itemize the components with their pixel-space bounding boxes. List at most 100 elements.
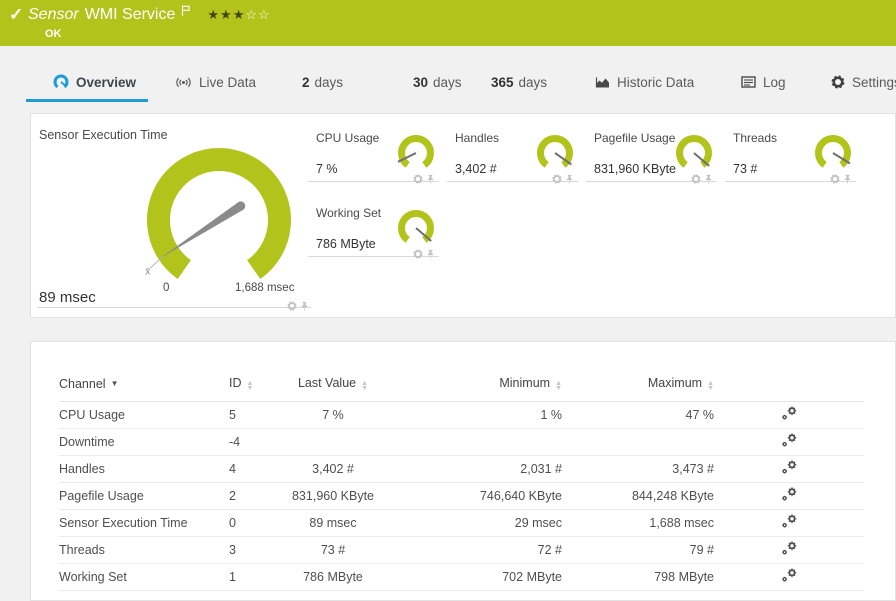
tab-number: 365	[491, 74, 514, 90]
pin-icon[interactable]	[843, 174, 852, 184]
gear-icon[interactable]	[413, 249, 423, 259]
cell-id: 0	[229, 509, 277, 537]
tab-log[interactable]: Log	[741, 65, 786, 99]
gauge-value: 3,402 #	[455, 162, 497, 176]
sensor-title-prefix: Sensor	[28, 6, 79, 23]
gauge-dial	[537, 135, 573, 168]
tab-2-days[interactable]: 2 days	[302, 65, 343, 99]
sort-icon: ▲ ▼	[555, 380, 562, 392]
tab-365-days[interactable]: 365 days	[491, 65, 547, 99]
cell-id: 4	[229, 455, 277, 483]
cell-channel: CPU Usage	[59, 401, 229, 429]
channel-table-panel: Channel ▼ ID ▲ ▼ Last Value ▲ ▼ Minimum ▲ ▼ Maximum…	[30, 341, 896, 601]
cell-minimum: 746,640 KByte	[389, 482, 562, 510]
priority-star-filled: ★	[207, 7, 221, 22]
main-gauge-max-label: 1,688 msec	[235, 282, 295, 294]
column-header-min[interactable]: Minimum ▲ ▼	[389, 370, 562, 402]
gauge-corner-actions	[413, 174, 435, 184]
gauge-corner-actions	[287, 301, 309, 311]
gauge-cell: Handles 3,402 #	[447, 119, 578, 184]
tab-label: days	[433, 74, 462, 90]
table-row: Sensor Execution Time 0 89 msec 29 msec …	[59, 509, 864, 537]
gauge-value: 7 %	[316, 162, 338, 176]
channel-table: Channel ▼ ID ▲ ▼ Last Value ▲ ▼ Minimum ▲ ▼ Maximum…	[59, 370, 864, 591]
gear-icon[interactable]	[552, 174, 562, 184]
gauge-cell: Working Set 786 MByte	[308, 194, 439, 259]
main-gauge-dial: x̄	[145, 148, 291, 280]
cell-channel: Downtime	[59, 428, 229, 456]
cell-id: 5	[229, 401, 277, 429]
gauge-cell: CPU Usage 7 %	[308, 119, 439, 184]
cell-last-value: 831,960 KByte	[277, 482, 389, 510]
channel-settings-icon[interactable]	[781, 514, 798, 529]
channel-settings-icon[interactable]	[781, 460, 798, 475]
gear-icon[interactable]	[413, 174, 423, 184]
priority-star-filled: ★	[232, 7, 246, 22]
tab-live-data[interactable]: Live Data	[175, 65, 256, 99]
channel-settings-icon[interactable]	[781, 487, 798, 502]
tab-settings[interactable]: Settings	[831, 65, 896, 99]
tab-historic-data[interactable]: Historic Data	[595, 65, 694, 99]
gauge-title: Threads	[733, 131, 778, 145]
channel-settings-icon[interactable]	[781, 433, 798, 448]
cell-last-value: 786 MByte	[277, 563, 389, 591]
sort-icon: ▲ ▼	[707, 380, 714, 392]
table-row: Working Set 1 786 MByte 702 MByte 798 MB…	[59, 563, 864, 591]
cell-minimum	[389, 428, 562, 456]
cell-minimum: 2,031 #	[389, 455, 562, 483]
active-tab-underline	[26, 99, 148, 102]
tab-label: Settings	[852, 74, 896, 90]
tab-overview[interactable]: Overview	[53, 65, 136, 99]
sensor-title: Sensor WMI Service ★★★☆☆	[28, 5, 271, 25]
cell-last-value: 7 %	[277, 401, 389, 429]
channel-settings-icon[interactable]	[781, 541, 798, 556]
log-icon	[741, 76, 756, 88]
flag-icon[interactable]	[181, 3, 191, 23]
gauge-corner-actions	[830, 174, 852, 184]
status-ok-check-icon: ✓	[9, 5, 24, 24]
table-row: Downtime -4	[59, 428, 864, 456]
pin-icon[interactable]	[426, 174, 435, 184]
gauge-dial	[815, 135, 851, 168]
sort-icon: ▲ ▼	[361, 380, 369, 392]
table-header-row: Channel ▼ ID ▲ ▼ Last Value ▲ ▼ Minimum ▲ ▼ Maximum…	[59, 370, 864, 402]
main-gauge-value: 89 msec	[39, 289, 96, 306]
average-marker: x̄	[145, 267, 150, 278]
pin-icon[interactable]	[704, 174, 713, 184]
cell-minimum: 702 MByte	[389, 563, 562, 591]
channel-settings-icon[interactable]	[781, 406, 798, 421]
column-header-last[interactable]: Last Value ▲ ▼	[277, 370, 389, 402]
channel-settings-icon[interactable]	[781, 568, 798, 583]
gear-icon[interactable]	[691, 174, 701, 184]
gear-icon[interactable]	[830, 174, 840, 184]
cell-maximum	[562, 428, 714, 456]
column-header-channel[interactable]: Channel ▼	[59, 370, 229, 402]
gear-icon[interactable]	[287, 301, 297, 311]
gauges-panel: Sensor Execution Time x̄ 0 1,688 msec 89…	[30, 113, 896, 318]
gauge-dial	[398, 210, 434, 243]
pin-icon[interactable]	[300, 301, 309, 311]
cell-id: 3	[229, 536, 277, 564]
cell-id: 1	[229, 563, 277, 591]
tab-label: days	[518, 74, 548, 90]
tab-bar: Overview Live Data 2 days 30 days 365 days Histo…	[0, 65, 896, 102]
column-header-id[interactable]: ID ▲ ▼	[229, 370, 277, 402]
main-gauge-min-label: 0	[163, 282, 170, 294]
tab-label: Overview	[76, 74, 137, 90]
live-icon	[175, 76, 192, 89]
cell-minimum: 29 msec	[389, 509, 562, 537]
column-header-max[interactable]: Maximum ▲ ▼	[562, 370, 714, 402]
cell-channel: Sensor Execution Time	[59, 509, 229, 537]
cell-last-value: 3,402 #	[277, 455, 389, 483]
pin-icon[interactable]	[426, 249, 435, 259]
cell-last-value	[277, 428, 389, 456]
gauge-value: 73 #	[733, 162, 758, 176]
sensor-header: ✓ Sensor WMI Service ★★★☆☆ OK	[0, 0, 896, 46]
pin-icon[interactable]	[565, 174, 574, 184]
priority-stars[interactable]: ★★★☆☆	[207, 5, 270, 25]
cell-maximum: 798 MByte	[562, 563, 714, 591]
column-header-actions	[714, 370, 864, 402]
tab-30-days[interactable]: 30 days	[413, 65, 462, 99]
historic-icon	[595, 76, 610, 89]
gauge-dial	[676, 135, 712, 168]
